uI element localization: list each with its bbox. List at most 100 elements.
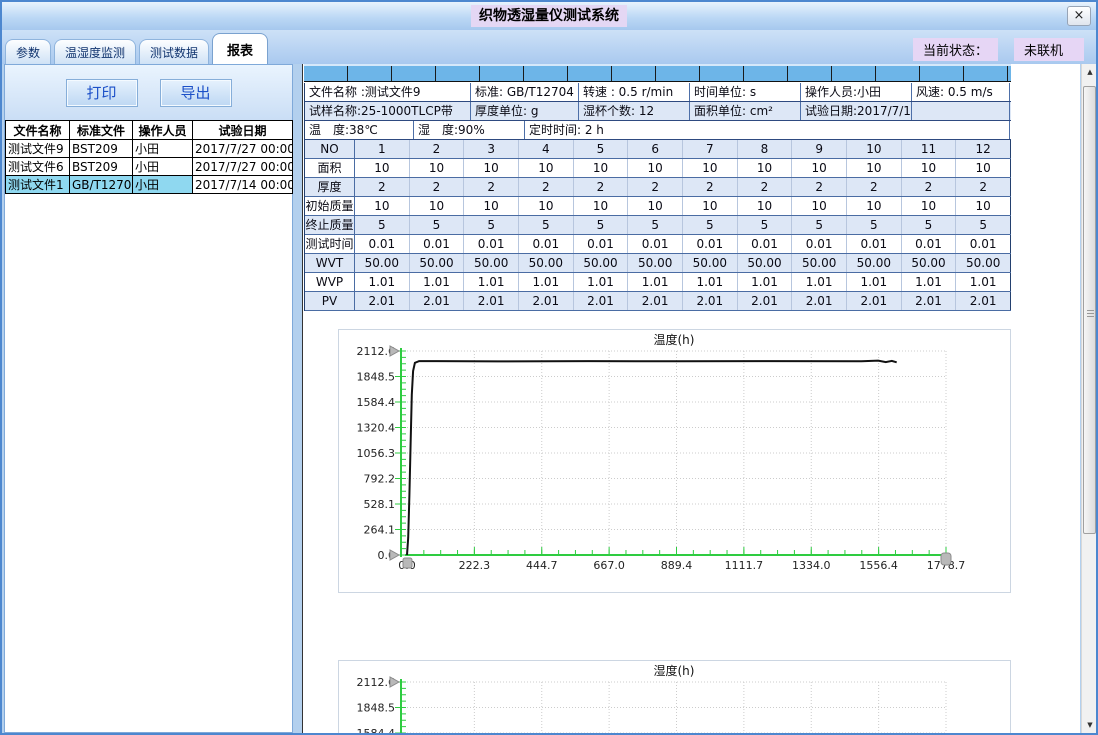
table-cell: 50.00 bbox=[628, 254, 683, 272]
x-axis-tick-label: 889.4 bbox=[661, 559, 693, 572]
print-button[interactable]: 打印 bbox=[66, 79, 138, 107]
file-table-cell: BST209 bbox=[70, 140, 133, 158]
table-cell: 50.00 bbox=[738, 254, 793, 272]
table-cell: 2.01 bbox=[902, 292, 957, 310]
file-table-row[interactable]: 测试文件1GB/T12704小田2017/7/14 00:00 bbox=[6, 176, 293, 194]
file-table-header[interactable]: 标准文件 bbox=[70, 121, 133, 140]
table-cell: 10 bbox=[902, 159, 957, 177]
table-cell: 0.01 bbox=[464, 235, 519, 253]
file-table-cell: 测试文件6 bbox=[6, 158, 70, 176]
scroll-up-button[interactable]: ▲ bbox=[1082, 64, 1098, 80]
table-cell: 10 bbox=[738, 159, 793, 177]
table-cell: 5 bbox=[410, 216, 465, 234]
file-table-header-row: 文件名称标准文件操作人员试验日期 bbox=[6, 121, 293, 140]
table-cell: 1.01 bbox=[355, 273, 410, 291]
table-cell: 10 bbox=[628, 197, 683, 215]
tab-test-data[interactable]: 测试数据 bbox=[139, 39, 209, 64]
row-label: NO bbox=[305, 140, 355, 158]
table-cell: 50.00 bbox=[792, 254, 847, 272]
info-file-name: 文件名称 :测试文件9 bbox=[305, 83, 471, 101]
tab-strip: 参数温湿度监测测试数据报表 bbox=[5, 33, 271, 64]
table-cell: 8 bbox=[738, 140, 793, 158]
file-table[interactable]: 文件名称标准文件操作人员试验日期测试文件9BST209小田2017/7/27 0… bbox=[5, 120, 293, 194]
table-cell: 10 bbox=[519, 197, 574, 215]
table-cell: 10 bbox=[847, 197, 902, 215]
info-timer: 定时时间: 2 h bbox=[525, 121, 1010, 139]
table-cell: 0.01 bbox=[847, 235, 902, 253]
file-table-cell: 2017/7/14 00:00 bbox=[193, 176, 293, 194]
measurement-row-初始质量: 初始质量101010101010101010101010 bbox=[305, 197, 1011, 216]
vertical-scrollbar[interactable]: ▲ ▼ bbox=[1081, 64, 1097, 733]
table-cell: 50.00 bbox=[574, 254, 629, 272]
table-cell: 2 bbox=[464, 178, 519, 196]
file-table-row[interactable]: 测试文件6BST209小田2017/7/27 00:00 bbox=[6, 158, 293, 176]
close-button[interactable]: × bbox=[1067, 6, 1091, 26]
row-label: PV bbox=[305, 292, 355, 310]
report-left-panel: 打印 导出 文件名称标准文件操作人员试验日期测试文件9BST209小田2017/… bbox=[4, 64, 293, 733]
tab-parameters[interactable]: 参数 bbox=[5, 39, 51, 64]
measurement-row-WVT: WVT50.0050.0050.0050.0050.0050.0050.0050… bbox=[305, 254, 1011, 273]
table-cell: 2.01 bbox=[956, 292, 1011, 310]
table-cell: 5 bbox=[738, 216, 793, 234]
row-label: 厚度 bbox=[305, 178, 355, 196]
tab-temp-humidity-monitor[interactable]: 温湿度监测 bbox=[54, 39, 136, 64]
y-axis-tick-label: 1584.4 bbox=[357, 396, 396, 409]
info-time-unit: 时间单位: s bbox=[690, 83, 801, 101]
table-cell: 10 bbox=[410, 197, 465, 215]
export-button[interactable]: 导出 bbox=[160, 79, 232, 107]
info-row: 温 度:38℃ 湿 度:90% 定时时间: 2 h bbox=[305, 121, 1011, 140]
table-cell: 2.01 bbox=[738, 292, 793, 310]
grid-header-strip bbox=[304, 64, 1011, 82]
window-title: 织物透湿量仪测试系统 bbox=[471, 5, 627, 27]
file-table-row[interactable]: 测试文件9BST209小田2017/7/27 00:00 bbox=[6, 140, 293, 158]
report-detail-panel: 文件名称 :测试文件9 标准: GB/T12704 转速 : 0.5 r/min… bbox=[302, 64, 1080, 733]
chart-title: 温度(h) bbox=[654, 332, 695, 347]
table-cell: 5 bbox=[902, 216, 957, 234]
table-cell: 50.00 bbox=[410, 254, 465, 272]
table-cell: 2 bbox=[738, 178, 793, 196]
scroll-thumb[interactable] bbox=[1083, 86, 1096, 534]
table-cell: 0.01 bbox=[956, 235, 1011, 253]
table-cell: 1.01 bbox=[574, 273, 629, 291]
row-label: 测试时间 bbox=[305, 235, 355, 253]
table-cell: 1.01 bbox=[738, 273, 793, 291]
file-table-cell: 测试文件1 bbox=[6, 176, 70, 194]
x-axis-tick-label: 1111.7 bbox=[725, 559, 764, 572]
table-cell: 10 bbox=[738, 197, 793, 215]
table-cell: 1.01 bbox=[902, 273, 957, 291]
file-table-cell: 测试文件9 bbox=[6, 140, 70, 158]
table-cell: 2.01 bbox=[628, 292, 683, 310]
measurement-row-厚度: 厚度222222222222 bbox=[305, 178, 1011, 197]
tab-report[interactable]: 报表 bbox=[212, 33, 268, 64]
table-cell: 50.00 bbox=[519, 254, 574, 272]
file-table-header[interactable]: 试验日期 bbox=[193, 121, 293, 140]
info-row: 试样名称:25-1000TLCP带 厚度单位: g 湿杯个数: 12 面积单位:… bbox=[305, 102, 1011, 121]
table-cell: 2 bbox=[628, 178, 683, 196]
table-cell: 1.01 bbox=[683, 273, 738, 291]
file-table-header[interactable]: 操作人员 bbox=[133, 121, 193, 140]
table-cell: 5 bbox=[519, 216, 574, 234]
info-rotation-speed: 转速 : 0.5 r/min bbox=[579, 83, 690, 101]
file-table-cell: BST209 bbox=[70, 158, 133, 176]
table-cell: 2 bbox=[902, 178, 957, 196]
table-cell: 11 bbox=[902, 140, 957, 158]
info-operator: 操作人员:小田 bbox=[801, 83, 912, 101]
table-cell: 10 bbox=[956, 197, 1011, 215]
data-series-line bbox=[407, 361, 897, 555]
y-axis-tick-label: 528.1 bbox=[364, 498, 396, 511]
left-toolbar: 打印 导出 bbox=[5, 65, 292, 120]
x-axis-tick-label: 667.0 bbox=[593, 559, 625, 572]
scroll-down-button[interactable]: ▼ bbox=[1082, 717, 1098, 733]
y-axis-tick-label: 1848.5 bbox=[357, 371, 396, 384]
table-cell: 0.01 bbox=[355, 235, 410, 253]
table-cell: 5 bbox=[464, 216, 519, 234]
table-cell: 10 bbox=[847, 159, 902, 177]
table-cell: 50.00 bbox=[847, 254, 902, 272]
file-table-header[interactable]: 文件名称 bbox=[6, 121, 70, 140]
status-value: 未联机 bbox=[1014, 38, 1084, 61]
title-bar[interactable]: 织物透湿量仪测试系统 × bbox=[2, 2, 1096, 30]
y-axis-tick-label: 1848.5 bbox=[357, 702, 396, 715]
table-cell: 1 bbox=[355, 140, 410, 158]
table-cell: 2 bbox=[410, 140, 465, 158]
file-table-cell: 小田 bbox=[133, 176, 193, 194]
